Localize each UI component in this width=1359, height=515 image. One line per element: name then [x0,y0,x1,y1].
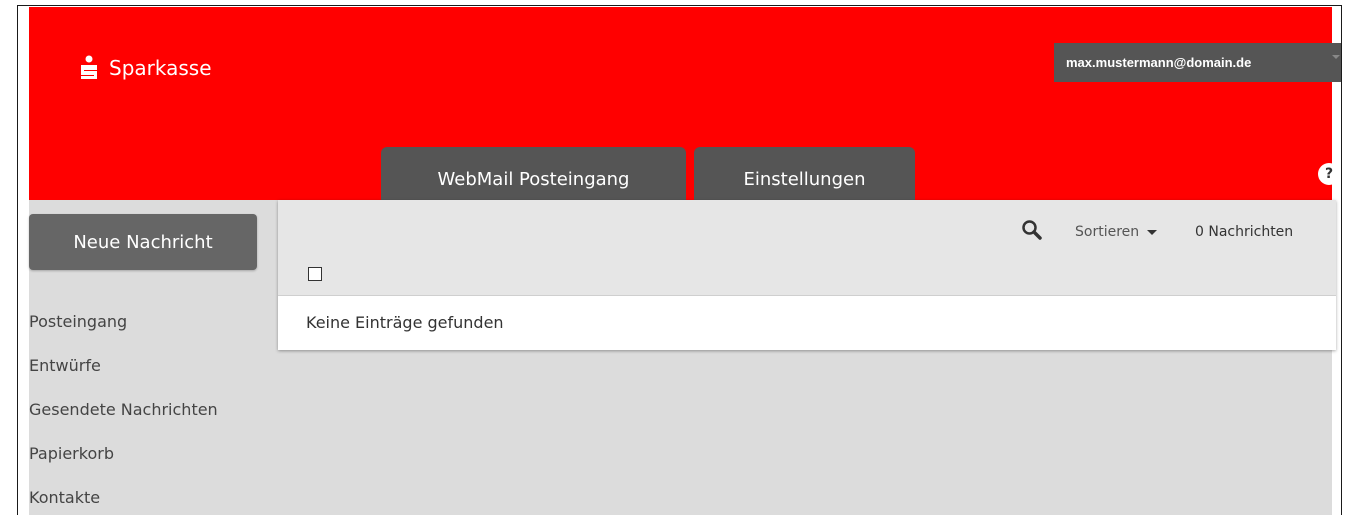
search-icon[interactable] [1021,219,1043,241]
sort-label: Sortieren [1075,224,1140,240]
tab-label: WebMail Posteingang [437,168,630,190]
sidebar-item-contacts[interactable]: Kontakte [29,486,218,515]
help-icon[interactable]: ? [1318,163,1340,185]
sidebar-item-inbox[interactable]: Posteingang [29,310,218,354]
caret-down-icon [1147,229,1158,235]
user-email: max.mustermann@domain.de [1066,55,1252,70]
header: Sparkasse max.mustermann@domain.de WebMa… [29,7,1341,205]
content-area: Neue Nachricht Posteingang Entwürfe Gese… [29,200,1336,515]
new-message-button[interactable]: Neue Nachricht [29,214,257,270]
empty-state-message: Keine Einträge gefunden [306,313,504,332]
tab-webmail-inbox[interactable]: WebMail Posteingang [381,147,686,205]
message-list-panel: Sortieren 0 Nachrichten Keine Einträge g… [278,200,1336,350]
sidebar-nav: Posteingang Entwürfe Gesendete Nachricht… [29,310,218,515]
brand-name: Sparkasse [109,56,212,80]
tab-settings[interactable]: Einstellungen [694,147,915,205]
sort-dropdown[interactable]: Sortieren [1075,224,1158,240]
message-list-toolbar: Sortieren 0 Nachrichten [278,200,1336,296]
user-account-menu[interactable]: max.mustermann@domain.de [1054,43,1341,82]
tab-label: Einstellungen [743,168,866,190]
sparkasse-logo-icon [81,55,97,79]
select-all-checkbox[interactable] [308,267,322,281]
sidebar-item-drafts[interactable]: Entwürfe [29,354,218,398]
message-count: 0 Nachrichten [1195,224,1294,240]
browser-frame: Sparkasse max.mustermann@domain.de WebMa… [17,5,1342,515]
sidebar-item-sent[interactable]: Gesendete Nachrichten [29,398,218,442]
chevron-down-icon [1332,55,1340,59]
sparkasse-logo[interactable]: Sparkasse [79,55,212,81]
sidebar-item-trash[interactable]: Papierkorb [29,442,218,486]
